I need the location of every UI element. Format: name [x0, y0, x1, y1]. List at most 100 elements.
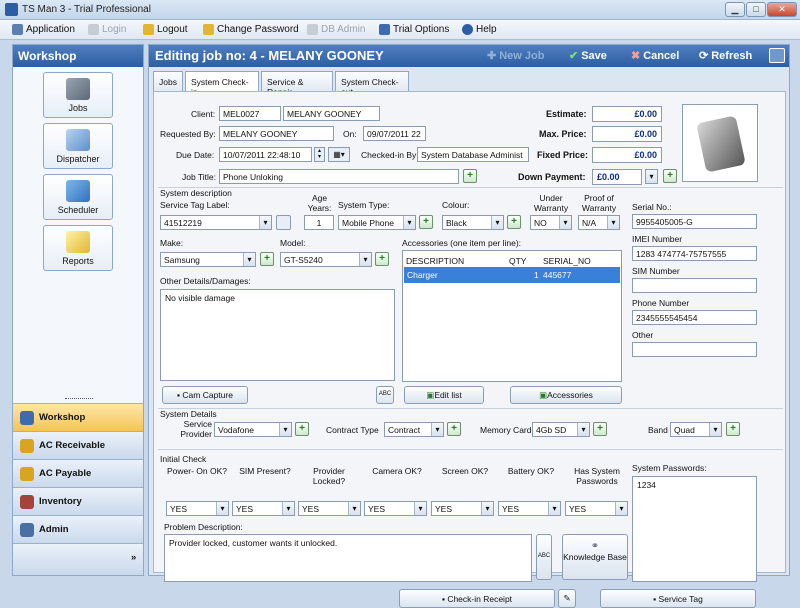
max-price-field[interactable]: £0.00: [592, 126, 662, 142]
screen-ok-dropdown[interactable]: YES: [431, 501, 494, 516]
provider-locked-dropdown[interactable]: YES: [298, 501, 361, 516]
service-tag-dropdown[interactable]: 41512219: [160, 215, 272, 230]
service-tag-button[interactable]: ▪ Service Tag: [600, 589, 756, 608]
maximize-button[interactable]: □: [746, 2, 766, 17]
band-dropdown[interactable]: Quad: [670, 422, 722, 437]
client-name-field[interactable]: MELANY GOONEY: [283, 106, 380, 121]
print-tag-icon[interactable]: [276, 215, 291, 230]
nav-workshop[interactable]: Workshop: [13, 403, 143, 431]
nav-overflow[interactable]: »: [13, 543, 143, 575]
knowledge-base-button[interactable]: ⚭ Knowledge Base: [562, 534, 628, 580]
problem-description-field[interactable]: Provider locked, customer wants it unloc…: [164, 534, 532, 582]
contract-type-dropdown[interactable]: Contract: [384, 422, 444, 437]
main-header: Editing job no: 4 - MELANY GOONEY ✚ New J…: [149, 45, 789, 67]
cancel-button[interactable]: ✖ Cancel: [631, 49, 679, 63]
nav-ac-payable[interactable]: AC Payable: [13, 459, 143, 487]
sim-field[interactable]: [632, 278, 757, 293]
minimize-button[interactable]: ▁: [725, 2, 745, 17]
menu-login[interactable]: Login: [88, 24, 126, 35]
menu-application[interactable]: Application: [12, 24, 75, 35]
menu-logout[interactable]: Logout: [143, 24, 188, 35]
requested-by-field[interactable]: MELANY GOONEY: [219, 126, 334, 141]
make-add-icon[interactable]: +: [260, 252, 274, 266]
band-add-icon[interactable]: +: [726, 422, 740, 436]
nav-inventory[interactable]: Inventory: [13, 487, 143, 515]
down-payment-dropdown[interactable]: [645, 169, 658, 184]
on-date-field[interactable]: 09/07/2011 22: [363, 126, 426, 141]
fixed-price-field[interactable]: £0.00: [592, 147, 662, 163]
service-provider-dropdown[interactable]: Vodafone: [214, 422, 292, 437]
down-payment-field[interactable]: £0.00: [592, 169, 642, 185]
menu-db-admin[interactable]: DB Admin: [307, 24, 365, 35]
tab-system-check-out[interactable]: System Check-out: [335, 71, 409, 97]
other-details-field[interactable]: No visible damage: [160, 289, 395, 381]
battery-ok-dropdown[interactable]: YES: [498, 501, 561, 516]
make-dropdown[interactable]: Samsung: [160, 252, 256, 267]
model-add-icon[interactable]: +: [375, 252, 389, 266]
colour-add-icon[interactable]: +: [507, 215, 521, 229]
menu-change-password[interactable]: Change Password: [203, 24, 299, 35]
service-provider-add-icon[interactable]: +: [295, 422, 309, 436]
memory-card-add-icon[interactable]: +: [593, 422, 607, 436]
new-job-button[interactable]: ✚ New Job: [487, 49, 544, 63]
system-type-add-icon[interactable]: +: [419, 215, 433, 229]
estimate-field[interactable]: £0.00: [592, 106, 662, 122]
phone-number-field[interactable]: 2345555545454: [632, 310, 757, 325]
system-passwords-field[interactable]: 1234: [632, 476, 757, 582]
refresh-button[interactable]: ⟳ Refresh: [699, 49, 752, 63]
splitter-handle[interactable]: [65, 398, 93, 400]
age-field[interactable]: 1: [304, 215, 334, 230]
nav-admin[interactable]: Admin: [13, 515, 143, 543]
accessories-button[interactable]: ▣Accessories: [510, 386, 622, 404]
client-code-field[interactable]: MEL0027: [219, 106, 281, 121]
model-label: Model:: [280, 238, 306, 248]
edit-receipt-button[interactable]: ✎: [558, 589, 576, 608]
camera-ok-dropdown[interactable]: YES: [364, 501, 427, 516]
tab-service-repair[interactable]: Service & Repair: [261, 71, 333, 97]
edit-list-button[interactable]: ▣Edit list: [404, 386, 484, 404]
menu-help[interactable]: Help: [462, 24, 497, 35]
accessories-label: Accessories (one item per line):: [402, 238, 522, 248]
check-in-receipt-button[interactable]: ▪ Check-in Receipt: [399, 589, 555, 608]
system-details-section: System Details: [160, 409, 217, 419]
other-number-field[interactable]: [632, 342, 757, 357]
jobs-button[interactable]: Jobs: [43, 72, 113, 118]
table-row[interactable]: Charger 1 445677: [404, 267, 620, 283]
close-button[interactable]: ✕: [767, 2, 797, 17]
nav-ac-receivable[interactable]: AC Receivable: [13, 431, 143, 459]
save-button[interactable]: ✔ Save: [569, 49, 607, 63]
due-date-spinner[interactable]: ▴ ▾: [314, 147, 325, 162]
make-label: Make:: [160, 238, 184, 248]
colour-dropdown[interactable]: Black: [442, 215, 504, 230]
model-dropdown[interactable]: GT-S5240: [280, 252, 372, 267]
tab-system-check-in[interactable]: System Check-in: [185, 71, 259, 97]
system-type-dropdown[interactable]: Mobile Phone: [338, 215, 416, 230]
calendar-icon: [66, 180, 90, 202]
service-provider-label: Service Provider: [180, 419, 212, 439]
power-on-dropdown[interactable]: YES: [166, 501, 229, 516]
imei-field[interactable]: 1283 474774-75757555: [632, 246, 757, 261]
dispatcher-button[interactable]: Dispatcher: [43, 123, 113, 169]
reports-button[interactable]: Reports: [43, 225, 113, 271]
scheduler-button[interactable]: Scheduler: [43, 174, 113, 220]
calendar-dropdown-icon[interactable]: ▦▾: [328, 147, 350, 162]
proof-of-warranty-dropdown[interactable]: N/A: [578, 215, 620, 230]
cam-capture-button[interactable]: ▪ Cam Capture: [162, 386, 248, 404]
system-description-divider: [158, 187, 783, 188]
menu-trial-options[interactable]: Trial Options: [379, 24, 449, 35]
due-date-field[interactable]: 10/07/2011 22:48:10: [219, 147, 312, 162]
has-passwords-dropdown[interactable]: YES: [565, 501, 628, 516]
spell-check-button[interactable]: ABC: [376, 386, 394, 404]
sidebar-title: Workshop: [13, 45, 143, 67]
problem-spell-check-button[interactable]: ABC: [536, 534, 552, 580]
memory-card-dropdown[interactable]: 4Gb SD: [532, 422, 590, 437]
under-warranty-dropdown[interactable]: NO: [530, 215, 572, 230]
window-icon[interactable]: [769, 48, 785, 63]
sim-present-dropdown[interactable]: YES: [232, 501, 295, 516]
contract-type-add-icon[interactable]: +: [447, 422, 461, 436]
down-payment-add-icon[interactable]: +: [663, 169, 677, 183]
job-title-field[interactable]: Phone Unloking: [219, 169, 459, 184]
tab-jobs[interactable]: Jobs: [153, 71, 183, 91]
serial-field[interactable]: 9955405005-G: [632, 214, 757, 229]
job-title-add-icon[interactable]: +: [463, 169, 477, 183]
